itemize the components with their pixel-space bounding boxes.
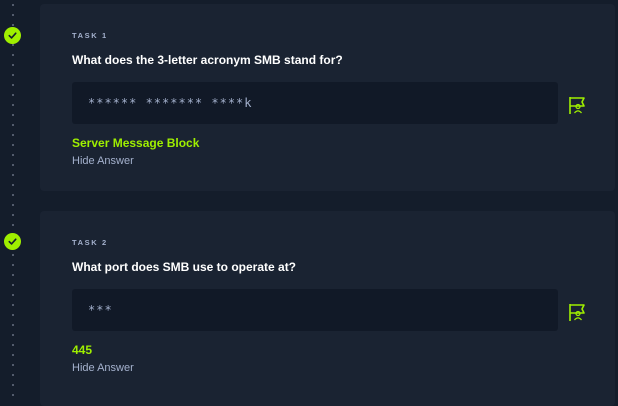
task-2-check-icon (4, 233, 21, 250)
task-card-1: TASK 1 What does the 3-letter acronym SM… (40, 4, 615, 191)
question-text: What does the 3-letter acronym SMB stand… (72, 53, 343, 67)
task-label: TASK 2 (72, 238, 108, 247)
answer-field[interactable]: *** (72, 289, 558, 331)
task-1-check-icon (4, 27, 21, 44)
task-label: TASK 1 (72, 31, 108, 40)
submit-flag-icon[interactable] (566, 301, 588, 323)
question-text: What port does SMB use to operate at? (72, 260, 297, 274)
hide-answer-link[interactable]: Hide Answer (72, 155, 134, 167)
task-card-2: TASK 2 What port does SMB use to operate… (40, 211, 615, 406)
timeline-dots (12, 0, 14, 402)
revealed-answer: Server Message Block (72, 136, 200, 150)
revealed-answer: 445 (72, 343, 93, 357)
hide-answer-link[interactable]: Hide Answer (72, 362, 134, 374)
answer-field[interactable]: ****** ******* ****k (72, 82, 558, 124)
submit-flag-icon[interactable] (566, 94, 588, 116)
